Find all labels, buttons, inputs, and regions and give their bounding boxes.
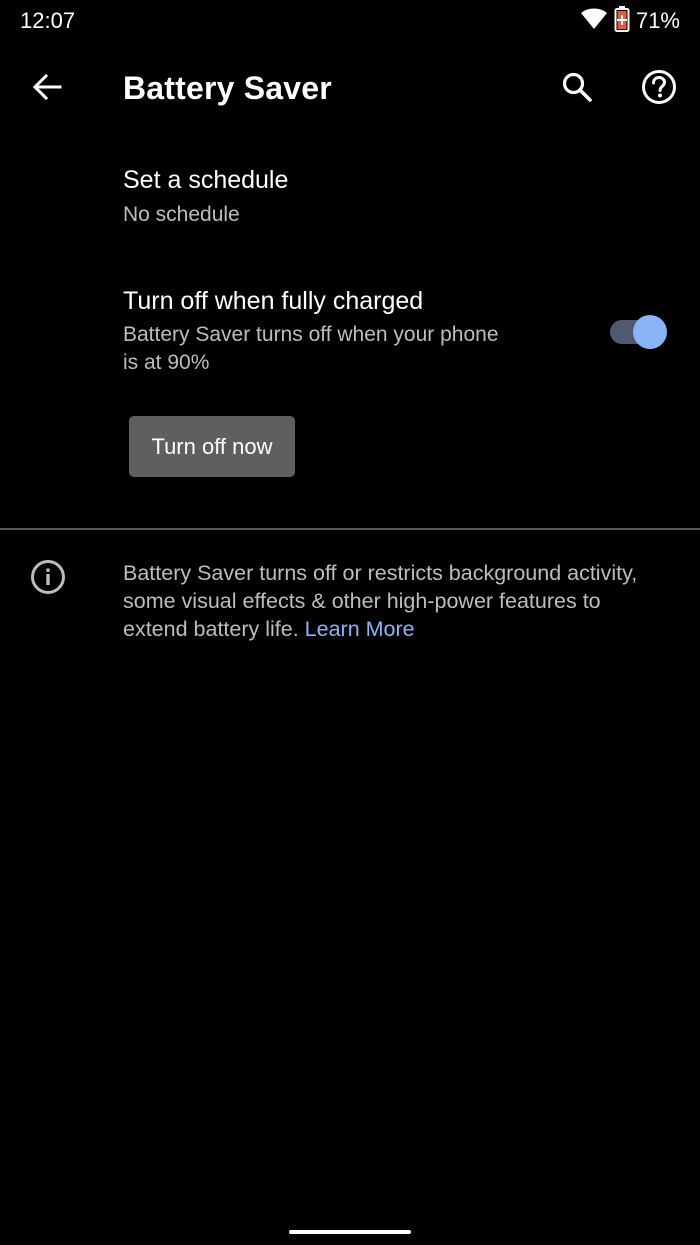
- schedule-summary: No schedule: [123, 203, 240, 226]
- schedule-preference[interactable]: Set a schedule No schedule: [0, 150, 700, 250]
- back-arrow-icon: [31, 71, 63, 108]
- toggle-thumb: [633, 315, 667, 349]
- status-icons: 71%: [580, 5, 680, 37]
- back-button[interactable]: [18, 60, 76, 118]
- help-icon: [641, 69, 677, 110]
- battery-saver-icon: [614, 5, 630, 37]
- divider: [0, 528, 700, 530]
- turn-off-charged-toggle[interactable]: [610, 315, 668, 349]
- turn-off-charged-summary-line2: is at 90%: [123, 351, 210, 374]
- schedule-title: Set a schedule: [123, 166, 289, 194]
- battery-percent: 71%: [635, 8, 680, 33]
- gesture-nav-handle[interactable]: [289, 1230, 411, 1234]
- turn-off-now-button[interactable]: Turn off now: [129, 416, 295, 477]
- status-time: 12:07: [20, 8, 76, 33]
- app-bar: Battery Saver: [0, 44, 700, 134]
- turn-off-charged-summary-line1: Battery Saver turns off when your phone: [123, 323, 499, 346]
- turn-off-charged-preference[interactable]: Turn off when fully charged Battery Save…: [0, 270, 700, 390]
- search-button[interactable]: [548, 60, 606, 118]
- learn-more-link[interactable]: Learn More: [305, 617, 415, 641]
- search-icon: [561, 71, 593, 108]
- status-bar: 12:07 71%: [0, 0, 700, 44]
- turn-off-charged-title: Turn off when fully charged: [123, 287, 424, 315]
- footer-description: Battery Saver turns off or restricts bac…: [123, 559, 643, 643]
- info-icon: [30, 559, 66, 595]
- help-button[interactable]: [630, 60, 688, 118]
- page-title: Battery Saver: [123, 70, 332, 106]
- wifi-icon: [580, 7, 608, 36]
